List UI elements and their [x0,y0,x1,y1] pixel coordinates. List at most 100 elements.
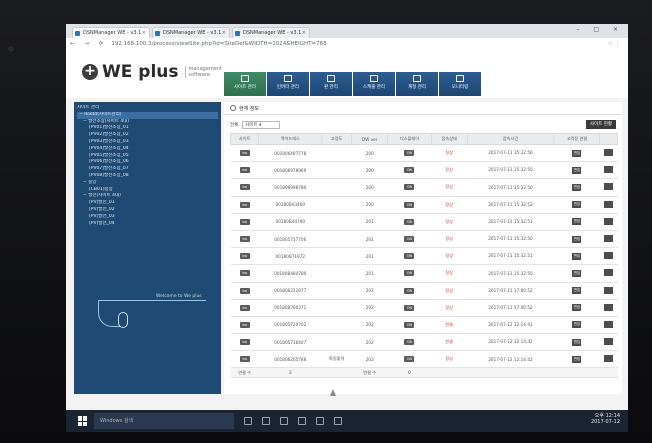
site-badge[interactable]: kw [239,167,250,174]
tree-node[interactable]: [PV07]발전소장_07 [77,166,218,173]
app-icon[interactable] [316,417,324,425]
column-header[interactable]: 디스플레이 [387,133,432,145]
site-badge[interactable]: kw [239,253,250,260]
display-badge[interactable]: ON [404,218,415,225]
close-icon[interactable]: × [222,28,226,38]
taskbar-search[interactable]: Windows 검색 [94,413,234,429]
site-badge[interactable]: kw [239,339,250,346]
tree-node[interactable]: 사이트 관리 [77,105,218,112]
edit-button[interactable]: 편집 [572,355,582,363]
table-row[interactable]: kw 00180B43460 200 ON 정상 2017-07-11 15:32:52 편… [230,196,618,214]
edit-button[interactable]: 편집 [572,149,582,157]
display-badge[interactable]: ON [404,253,415,260]
edit-button[interactable]: 편집 [572,235,582,243]
row-action-button[interactable] [604,149,614,157]
edit-button[interactable]: 편집 [572,321,582,329]
tree-node[interactable]: [PV08]발전소장_08 [77,173,218,180]
column-header[interactable] [599,133,618,145]
table-row[interactable]: kw 001806998780 200 ON 정상 2017-07-11 15:32:50… [230,178,618,197]
edit-button[interactable]: 편집 [572,201,582,209]
tree-node[interactable]: − 중앙 [77,180,218,187]
display-badge[interactable]: ON [404,304,415,311]
url-field[interactable]: 192.168.100.3/process/viewSite.php?id=Si… [111,41,607,47]
row-action-button[interactable] [604,338,614,346]
site-badge[interactable]: kw [239,218,250,225]
table-row[interactable]: kw 001806205788 확정출력 202 ON 정상 2017-07-12 12:1… [230,350,618,369]
display-badge[interactable]: ON [404,270,415,277]
row-action-button[interactable] [604,320,614,328]
tree-node[interactable]: [PV03]발전소장_03 [77,139,218,146]
tree-node[interactable]: [PV]발전_04 [77,221,218,228]
site-badge[interactable]: kw [239,184,250,191]
star-icon[interactable]: ☆ ⋮ [608,41,620,47]
row-action-button[interactable] [604,303,614,311]
row-action-button[interactable] [604,252,614,260]
menu-site[interactable]: 사이트 관리 [224,72,266,96]
display-badge[interactable]: ON [404,150,415,157]
edit-button[interactable]: 편집 [572,269,582,277]
row-action-button[interactable] [604,286,614,294]
store-icon[interactable] [298,417,306,425]
site-badge[interactable]: kw [239,201,250,208]
column-header[interactable]: 맥어드레스 [258,133,323,145]
tree-node[interactable]: [PV05]발전소장_05 [77,153,218,160]
display-badge[interactable]: ON [404,201,415,208]
edit-button[interactable]: 편집 [572,252,582,260]
row-action-button[interactable] [604,235,614,243]
site-status-button[interactable]: 사이트 현황 [586,120,616,129]
column-header[interactable]: 고객정 연결 [553,133,601,145]
site-select[interactable]: 사이트 ▾ [242,121,281,129]
tree-node[interactable]: [PV]발전_01 [77,200,218,207]
tree-node[interactable]: [PV06]발전소장_06 [77,159,218,166]
tree-node[interactable]: − 발전(사이트 4대) [77,193,218,200]
edit-button[interactable]: 편집 [572,183,582,191]
menu-panel[interactable]: 판 관리 [310,72,352,96]
tree-node[interactable]: [PV]발전_03 [77,214,218,221]
table-row[interactable]: kw 00180B71972 201 ON 정상 2017-07-11 15:32:51 편… [230,247,618,266]
windows-start-icon[interactable] [78,416,88,426]
tree-node[interactable]: − Rootd(사이트관리) [77,111,218,119]
close-icon[interactable]: × [142,28,146,38]
table-row[interactable]: kw 001806497778 200 ON 정상 2017-07-11 15:32:56… [230,144,618,163]
table-row[interactable]: kw 00180B484780 201 ON 정상 2017-07-11 15:32:50… [230,264,618,283]
window-controls[interactable]: – □ × [576,26,624,33]
task-view-icon[interactable] [244,417,252,425]
site-badge[interactable]: kw [239,356,250,363]
row-action-button[interactable] [604,200,614,208]
edit-button[interactable]: 편집 [572,218,582,226]
table-row[interactable]: kw 001805716407 202 ON 연결 2017-07-12 12:14:42… [230,333,618,352]
menu-schedule[interactable]: 스케줄 관리 [353,72,395,96]
column-header[interactable]: 접속상태 [430,133,468,145]
close-icon[interactable]: × [302,28,306,38]
row-action-button[interactable] [604,269,614,277]
table-row[interactable]: kw 00180B44790 201 ON 정상 2017-07-11 15:32:51 편… [230,213,618,231]
chrome-icon[interactable] [334,417,342,425]
edit-button[interactable]: 편집 [572,166,582,174]
site-badge[interactable]: kw [239,236,250,243]
edit-button[interactable]: 편집 [572,338,582,346]
column-header[interactable]: 고정도 [321,133,353,145]
column-header[interactable]: 사이트 [229,133,260,145]
table-row[interactable]: kw 001806978969 200 ON 정상 2017-07-11 15:32:50… [230,161,618,180]
site-badge[interactable]: kw [239,270,250,277]
menu-monitoring[interactable]: 모니터링 [439,72,481,96]
edit-button[interactable]: 편집 [572,287,582,295]
row-action-button[interactable] [604,166,614,174]
display-badge[interactable]: ON [404,356,415,363]
tree-node[interactable]: [PV04]발전소장_04 [77,146,218,153]
display-badge[interactable]: ON [404,184,415,191]
tree-node[interactable]: [PV01]발전소장_01 [77,125,218,132]
site-badge[interactable]: kw [239,287,250,294]
table-row[interactable]: kw 001805720702 202 ON 연결 2017-07-12 12:14:41… [230,316,618,335]
display-badge[interactable]: ON [404,321,415,328]
browser-tab[interactable]: DSNManager WE - v3.1 × [152,27,230,38]
table-row[interactable]: kw 001805717706 201 ON 정상 2017-07-11 15:32:50… [230,230,618,249]
site-badge[interactable]: kw [239,304,250,311]
display-badge[interactable]: ON [404,167,415,174]
edit-button[interactable]: 편집 [572,304,582,312]
nav-buttons-icon[interactable]: ← → ⟳ [70,41,107,47]
explorer-icon[interactable] [280,417,288,425]
display-badge[interactable]: ON [404,287,415,294]
column-header[interactable]: DW ver [351,133,389,145]
site-badge[interactable]: kw [239,150,250,157]
